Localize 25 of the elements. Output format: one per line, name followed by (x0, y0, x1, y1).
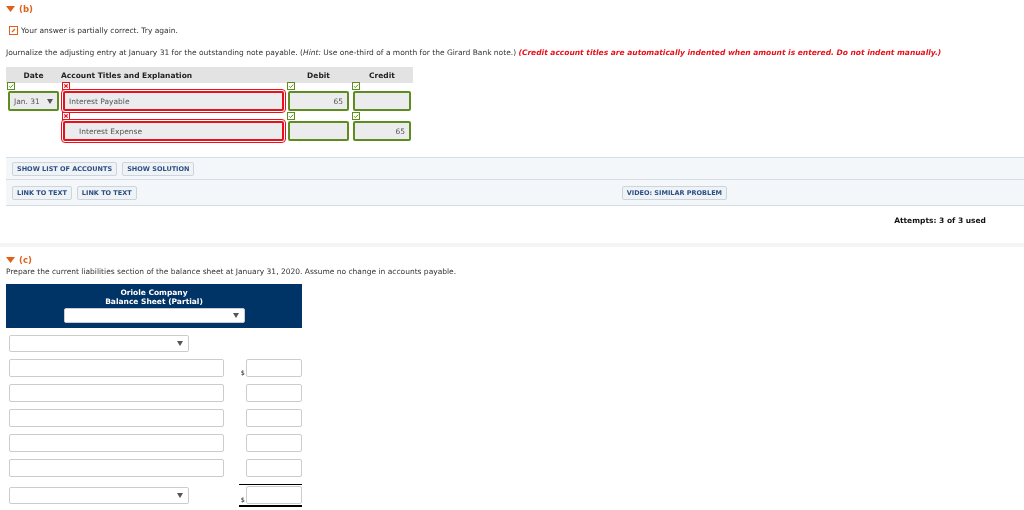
amount-field[interactable] (246, 434, 302, 452)
section-dropdown[interactable] (9, 334, 189, 352)
part-label: (b) (19, 4, 33, 14)
caret-icon (177, 340, 183, 346)
caret-icon (232, 313, 239, 318)
amount-field[interactable] (246, 409, 302, 427)
account-field[interactable] (9, 459, 224, 477)
caret-icon (47, 98, 53, 104)
amount-field[interactable] (246, 359, 302, 377)
date-dropdown[interactable] (63, 308, 245, 323)
account-field[interactable] (9, 434, 224, 452)
account-field[interactable] (9, 359, 224, 377)
amount-field[interactable] (246, 459, 302, 477)
total-dropdown[interactable] (9, 486, 189, 504)
account-field[interactable] (9, 409, 224, 427)
amount-field[interactable] (288, 121, 349, 141)
amount-field[interactable] (246, 485, 302, 504)
part-label: (c) (19, 255, 32, 265)
pencil-icon (9, 26, 18, 35)
collapse-arrow-icon[interactable] (6, 6, 15, 12)
amount-field[interactable] (353, 91, 411, 111)
account-field[interactable] (9, 384, 224, 402)
caret-icon (177, 492, 183, 498)
collapse-arrow-icon[interactable] (6, 257, 15, 263)
amount-field[interactable] (246, 384, 302, 402)
